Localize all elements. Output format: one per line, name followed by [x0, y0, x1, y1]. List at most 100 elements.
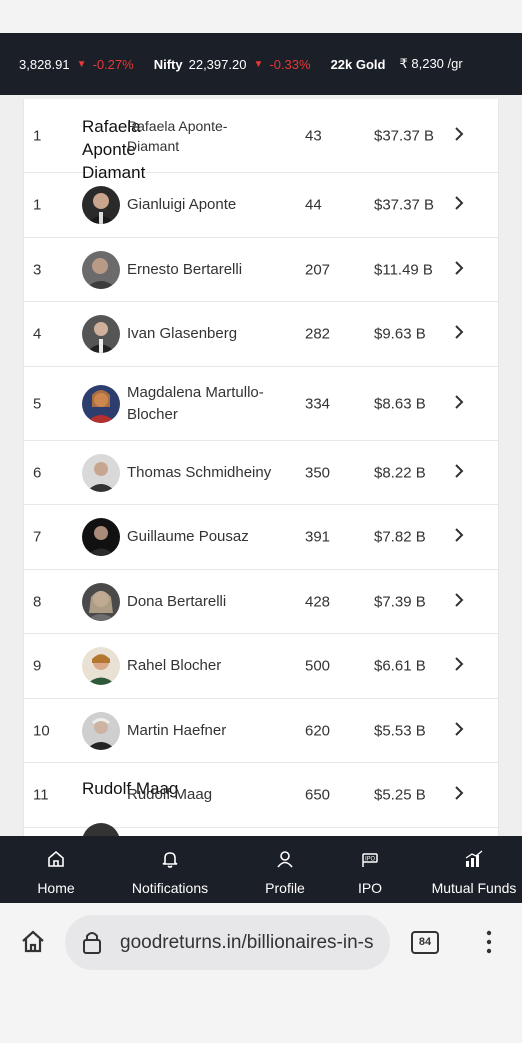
ticker-item-index[interactable]: 3,828.91 ▼ -0.27%: [19, 57, 134, 72]
ticker-name: Nifty: [153, 56, 183, 72]
avatar: [82, 186, 120, 224]
table-row[interactable]: 6 Thomas Schmidheiny 350 $8.22 B: [24, 441, 498, 505]
rank: 11: [33, 786, 49, 804]
table-row[interactable]: 10 Martin Haefner 620 $5.53 B: [24, 699, 498, 763]
chevron-right-icon[interactable]: [454, 785, 464, 805]
chevron-right-icon[interactable]: [454, 324, 464, 344]
person-name[interactable]: Martin Haefner: [127, 720, 292, 742]
rank: 1: [33, 127, 42, 144]
status-strip: [0, 0, 522, 33]
person-name[interactable]: Ernesto Bertarelli: [127, 259, 292, 281]
ticker-change: -0.33%: [269, 56, 311, 72]
nav-label: Notifications: [131, 880, 209, 896]
table-row[interactable]: 7 Guillaume Pousaz 391 $7.82 B: [24, 505, 498, 570]
age: 43: [305, 127, 322, 144]
down-arrow-icon: ▼: [253, 58, 264, 70]
age: 350: [305, 464, 331, 481]
avatar: [82, 582, 120, 621]
chevron-right-icon[interactable]: [454, 195, 464, 215]
chevron-right-icon[interactable]: [454, 721, 464, 741]
net-worth: $8.63 B: [374, 395, 426, 412]
net-worth: $37.37 B: [374, 196, 435, 214]
nav-ipo[interactable]: IPO IPO: [345, 836, 395, 903]
nav-profile[interactable]: Profile: [255, 836, 315, 903]
nav-notifications[interactable]: Notifications: [118, 836, 222, 903]
avatar: [82, 518, 120, 556]
net-worth: $7.82 B: [374, 528, 426, 546]
person-name[interactable]: Rahel Blocher: [127, 655, 292, 677]
tab-switcher-button[interactable]: 84: [411, 931, 439, 954]
age: 334: [305, 395, 331, 412]
table-row-partial[interactable]: [24, 823, 498, 836]
rank: 5: [33, 395, 42, 412]
nav-label: Mutual Funds: [431, 880, 517, 896]
nav-label: Profile: [265, 880, 305, 896]
chevron-right-icon[interactable]: [454, 394, 464, 414]
user-icon: [277, 851, 293, 868]
table-row[interactable]: 3 Ernesto Bertarelli 207 $11.49 B: [24, 238, 498, 302]
ipo-icon: IPO: [362, 853, 378, 867]
bottom-navigation: Home Notifications Profile IPO IPO Mutua…: [0, 836, 522, 903]
person-name[interactable]: Thomas Schmidheiny: [127, 462, 292, 484]
avatar: [82, 647, 120, 685]
rank: 1: [33, 196, 42, 214]
chevron-right-icon[interactable]: [454, 126, 464, 146]
chart-icon: [465, 850, 483, 867]
net-worth: $5.25 B: [374, 786, 426, 804]
avatar: [82, 315, 120, 353]
billionaires-table: 1 Rafaela Aponte Diamant Rafaela Aponte-…: [23, 99, 499, 836]
lock-icon: [83, 932, 101, 954]
chevron-right-icon[interactable]: [454, 656, 464, 676]
table-row[interactable]: 8 Dona Bertarelli 428 $7.39 B: [24, 570, 498, 634]
table-row[interactable]: 9 Rahel Blocher 500 $6.61 B: [24, 634, 498, 699]
person-name[interactable]: Gianluigi Aponte: [127, 194, 292, 216]
ticker-name: 22k Gold: [330, 56, 386, 72]
rank: 10: [33, 722, 50, 739]
age: 620: [305, 722, 331, 739]
age: 44: [305, 196, 322, 214]
nav-label: IPO: [357, 880, 383, 896]
net-worth: $8.22 B: [374, 464, 426, 481]
table-row[interactable]: 1 Rafaela Aponte Diamant Rafaela Aponte-…: [24, 99, 498, 182]
home-icon[interactable]: [20, 929, 46, 955]
age: 500: [305, 657, 331, 675]
nav-home[interactable]: Home: [20, 836, 92, 903]
address-bar[interactable]: goodreturns.in/billionaires-in-s: [65, 915, 390, 970]
table-row[interactable]: 4 Ivan Glasenberg 282 $9.63 B: [24, 302, 498, 367]
ticker-item-nifty[interactable]: Nifty 22,397.20 ▼ -0.33%: [154, 57, 311, 72]
more-menu-icon[interactable]: [485, 929, 493, 955]
net-worth: $11.49 B: [374, 261, 433, 278]
table-row[interactable]: 1 Gianluigi Aponte 44 $37.37 B: [24, 173, 498, 238]
table-row[interactable]: 5 Magdalena Martullo-Blocher 334 $8.63 B: [24, 367, 498, 441]
market-ticker: 3,828.91 ▼ -0.27% Nifty 22,397.20 ▼ -0.3…: [0, 33, 522, 95]
person-name[interactable]: Dona Bertarelli: [127, 591, 292, 613]
ticker-change: -0.27%: [92, 56, 134, 72]
rank: 8: [33, 593, 42, 610]
person-name[interactable]: Magdalena Martullo-Blocher: [127, 382, 292, 426]
age: 428: [305, 593, 331, 610]
chevron-right-icon[interactable]: [454, 592, 464, 612]
avatar: [82, 453, 120, 492]
chevron-right-icon[interactable]: [454, 463, 464, 483]
nav-mutual-funds[interactable]: Mutual Funds: [428, 836, 520, 903]
svg-text:IPO: IPO: [365, 856, 375, 863]
person-name[interactable]: Ivan Glasenberg: [127, 323, 292, 345]
age: 391: [305, 528, 331, 546]
avatar: [82, 384, 120, 423]
avatar: [82, 250, 120, 289]
table-row[interactable]: 11 Rudolf Maag Rudolf Maag 650 $5.25 B: [24, 763, 498, 828]
net-worth: $6.61 B: [374, 657, 426, 675]
net-worth: $9.63 B: [374, 325, 426, 343]
person-name[interactable]: Guillaume Pousaz: [127, 526, 292, 548]
ticker-value: 3,828.91: [19, 56, 70, 72]
age: 282: [305, 325, 331, 343]
ticker-item-gold[interactable]: 22k Gold ₹ 8,230 /gr: [331, 56, 463, 72]
rank: 7: [33, 528, 42, 546]
rank: 4: [33, 325, 42, 343]
nav-label: Home: [37, 880, 75, 896]
person-name[interactable]: Rafaela Aponte-Diamant: [127, 116, 267, 156]
person-name[interactable]: Rudolf Maag: [127, 784, 292, 806]
ticker-value: 22,397.20: [188, 56, 247, 72]
chevron-right-icon[interactable]: [454, 260, 464, 280]
chevron-right-icon[interactable]: [454, 527, 464, 547]
